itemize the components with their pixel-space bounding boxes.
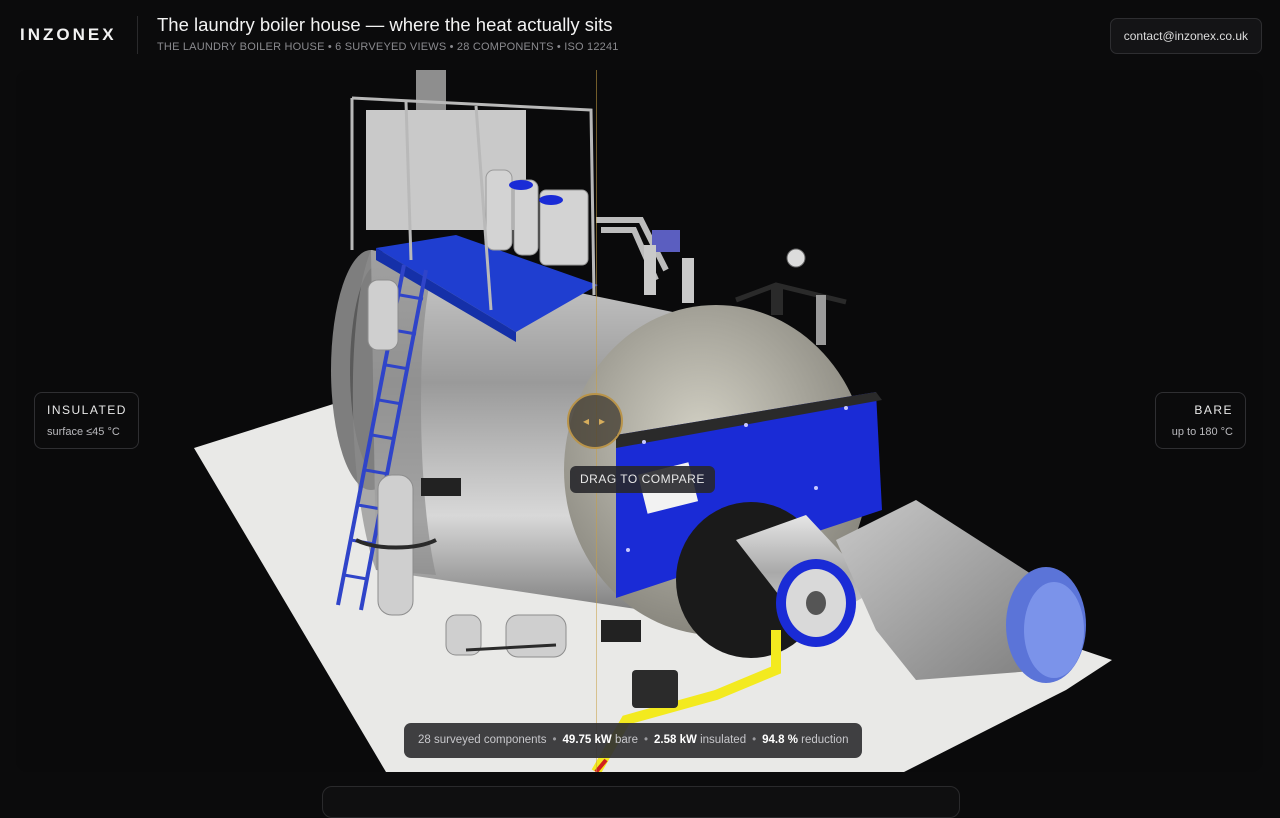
chevron-right-icon: ▸ — [599, 414, 606, 428]
comparison-stage[interactable]: ◂ ▸ DRAG TO COMPARE INSULATED surface ≤4… — [16, 70, 1263, 772]
stat-components: 28 surveyed components — [418, 734, 547, 746]
stat-reduction-label: reduction — [801, 734, 849, 746]
contact-email-button[interactable]: contact@inzonex.co.uk — [1109, 18, 1262, 54]
bare-subtitle: up to 180 °C — [1171, 426, 1233, 438]
header-divider — [137, 16, 138, 54]
stat-separator: • — [752, 734, 757, 746]
insulated-subtitle: surface ≤45 °C — [47, 426, 120, 438]
brand-logo[interactable]: INZONEX — [20, 25, 117, 45]
insulated-title: INSULATED — [47, 403, 127, 417]
stat-insulated-label: insulated — [700, 734, 747, 746]
stat-bare-value: 49.75 kW — [562, 734, 612, 746]
bare-title: BARE — [1194, 403, 1233, 417]
page-title: The laundry boiler house — where the hea… — [157, 14, 613, 35]
top-header: INZONEX The laundry boiler house — where… — [0, 0, 1280, 70]
drag-to-compare-label: DRAG TO COMPARE — [570, 466, 715, 493]
bare-label-card: BARE up to 180 °C — [1155, 392, 1246, 449]
stat-reduction-value: 94.8 % — [762, 734, 798, 746]
stats-summary-bar: 28 surveyed components • 49.75 kW bare • 2.5… — [404, 723, 863, 758]
stat-insulated-value: 2.58 kW — [654, 734, 697, 746]
insulated-label-card: INSULATED surface ≤45 °C — [34, 392, 139, 449]
stat-separator: • — [552, 734, 557, 746]
compare-drag-handle[interactable]: ◂ ▸ — [567, 393, 623, 449]
boiler-illustration — [194, 70, 1112, 772]
stat-bare-label: bare — [614, 734, 638, 746]
bottom-toolbar[interactable] — [322, 786, 960, 818]
stat-separator: • — [644, 734, 649, 746]
page-subtitle: THE LAUNDRY BOILER HOUSE • 6 SURVEYED VI… — [157, 41, 619, 53]
chevron-left-icon: ◂ — [583, 414, 590, 428]
